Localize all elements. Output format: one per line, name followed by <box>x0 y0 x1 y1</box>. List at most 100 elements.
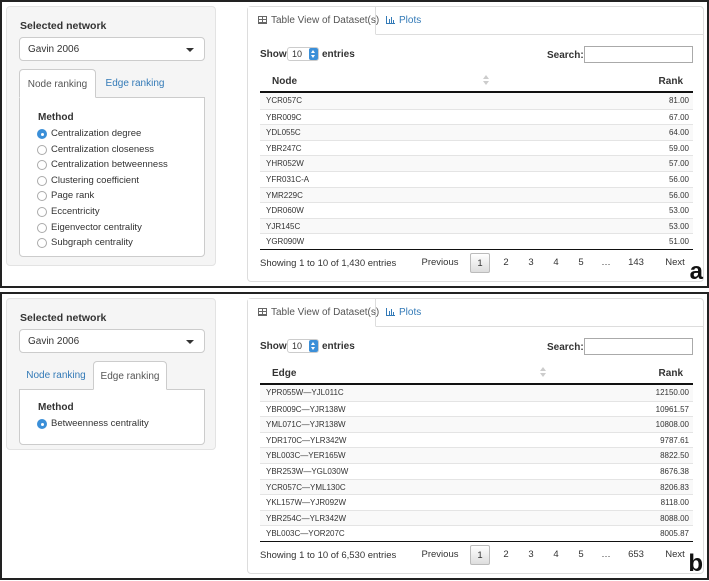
radio-icon[interactable] <box>37 419 47 429</box>
page-length-select[interactable]: 10 <box>287 339 319 353</box>
cell-node: YBR247C <box>266 143 302 153</box>
chevron-down-icon <box>186 340 194 344</box>
table-row[interactable]: YBR253W—YGL030W 8676.38 <box>260 462 693 479</box>
tab-table-view[interactable]: Table View of Dataset(s) <box>248 7 379 35</box>
radio-icon[interactable] <box>37 160 47 171</box>
table-row[interactable]: YJR145C 53.00 <box>260 217 693 234</box>
radio-icon[interactable] <box>37 238 47 249</box>
pagination-page[interactable]: 143 <box>622 253 650 273</box>
radio-icon[interactable] <box>37 129 47 139</box>
table-row[interactable]: YCR057C 81.00 <box>260 93 693 109</box>
tab-plots[interactable]: Plots <box>386 299 421 327</box>
table-row[interactable]: YBL003C—YER165W 8822.50 <box>260 447 693 463</box>
column-header-rank[interactable]: Rank <box>659 76 683 87</box>
table-row[interactable]: YHR052W 57.00 <box>260 155 693 171</box>
tab-divider <box>376 326 703 327</box>
table-row[interactable]: YDR170C—YLR342W 9787.61 <box>260 431 693 448</box>
radio-label: Clustering coefficient <box>51 174 140 186</box>
column-header-edge[interactable]: Edge <box>272 368 296 379</box>
network-select-value: Gavin 2006 <box>28 44 80 55</box>
pagination-page[interactable]: 3 <box>522 253 540 273</box>
network-select[interactable]: Gavin 2006 <box>19 329 205 353</box>
cell-rank: 67.00 <box>668 112 689 122</box>
tab-edge-ranking[interactable]: Edge ranking <box>93 361 167 390</box>
panel-a: Selected network Gavin 2006 Node ranking… <box>0 0 709 288</box>
tab-divider <box>376 34 703 35</box>
radio-label: Eigenvector centrality <box>51 221 142 233</box>
pagination-ellipsis: … <box>601 549 611 560</box>
tab-plots-label: Plots <box>399 15 422 26</box>
pagination-page[interactable]: 3 <box>522 545 540 565</box>
radio-label: Centralization closeness <box>51 143 154 155</box>
pagination-page[interactable]: 4 <box>547 545 565 565</box>
cell-rank: 81.00 <box>668 96 689 105</box>
sort-icon[interactable] <box>540 367 546 377</box>
pagination-page[interactable]: 2 <box>497 545 515 565</box>
table-row[interactable]: YBR009C—YJR138W 10961.57 <box>260 400 693 417</box>
pagination-previous[interactable]: Previous <box>418 545 462 565</box>
cell-rank: 8676.38 <box>660 466 689 476</box>
main-panel: Table View of Dataset(s) Plots Show 10 e… <box>247 6 704 282</box>
network-select[interactable]: Gavin 2006 <box>19 37 205 61</box>
tab-node-ranking[interactable]: Node ranking <box>19 361 93 390</box>
cell-rank: 64.00 <box>668 128 689 138</box>
page-length-select[interactable]: 10 <box>287 47 319 61</box>
table-row[interactable]: YFR031C-A 56.00 <box>260 170 693 187</box>
pagination-page[interactable]: 5 <box>572 253 590 273</box>
table-row[interactable]: YMR229C 56.00 <box>260 186 693 203</box>
cell-rank: 56.00 <box>668 190 689 200</box>
radio-icon[interactable] <box>37 222 47 233</box>
radio-icon[interactable] <box>37 175 47 186</box>
pagination-page[interactable]: 4 <box>547 253 565 273</box>
sidebar-panel: Selected network Gavin 2006 Node ranking… <box>6 6 216 266</box>
table-row[interactable]: YBL003C—YOR207C 8005.87 <box>260 525 693 541</box>
cell-rank: 8088.00 <box>660 513 689 523</box>
tab-node-ranking[interactable]: Node ranking <box>19 69 96 98</box>
radio-icon[interactable] <box>37 191 47 202</box>
method-label: Method <box>38 402 74 413</box>
table-row[interactable]: YBR009C 67.00 <box>260 108 693 125</box>
pagination-previous[interactable]: Previous <box>418 253 462 273</box>
stepper-arrows-icon <box>309 48 318 60</box>
radio-icon[interactable] <box>37 144 47 155</box>
search-input[interactable] <box>584 338 693 355</box>
pagination-page[interactable]: 1 <box>470 253 490 273</box>
table-body: YCR057C 81.00 YBR009C 67.00 YDL055C 64.00 Y… <box>260 93 693 250</box>
cell-rank: 10808.00 <box>655 420 689 430</box>
cell-rank: 8005.87 <box>660 529 689 539</box>
column-header-rank[interactable]: Rank <box>659 368 683 379</box>
cell-edge: YBR254C—YLR342W <box>266 513 347 523</box>
table-row[interactable]: YPR055W—YJL011C 12150.00 <box>260 385 693 401</box>
pagination-page[interactable]: 5 <box>572 545 590 565</box>
pagination-page[interactable]: 1 <box>470 545 490 565</box>
chevron-down-icon <box>186 48 194 52</box>
table-row[interactable]: YDR060W 53.00 <box>260 202 693 218</box>
cell-node: YJR145C <box>266 221 301 231</box>
cell-rank: 8206.83 <box>660 482 689 492</box>
table-row[interactable]: YCR057C—YML130C 8206.83 <box>260 478 693 495</box>
pagination-page[interactable]: 653 <box>622 545 650 565</box>
method-label: Method <box>38 112 74 123</box>
column-header-node[interactable]: Node <box>272 76 297 87</box>
search-input[interactable] <box>584 46 693 63</box>
sort-icon[interactable] <box>483 75 489 85</box>
table-row[interactable]: YBR254C—YLR342W 8088.00 <box>260 509 693 526</box>
table-icon <box>258 16 267 24</box>
tab-edge-ranking[interactable]: Edge ranking <box>96 69 174 98</box>
pagination-next[interactable]: Next <box>658 545 692 565</box>
radio-icon[interactable] <box>37 207 47 217</box>
pagination-next[interactable]: Next <box>658 253 692 273</box>
table-row[interactable]: YKL157W—YJR092W 8118.00 <box>260 494 693 510</box>
cell-edge: YBR009C—YJR138W <box>266 404 346 414</box>
tab-table-view-label: Table View of Dataset(s) <box>271 307 380 318</box>
table-row[interactable]: YGR090W 51.00 <box>260 233 693 249</box>
table-row[interactable]: YML071C—YJR138W 10808.00 <box>260 416 693 432</box>
table-row[interactable]: YDL055C 64.00 <box>260 124 693 140</box>
tab-table-view[interactable]: Table View of Dataset(s) <box>248 299 380 327</box>
tab-plots[interactable]: Plots <box>386 7 421 35</box>
radio-label: Eccentricity <box>51 206 100 217</box>
pagination-page[interactable]: 2 <box>497 253 515 273</box>
page-length-value: 10 <box>292 49 303 59</box>
table-row[interactable]: YBR247C 59.00 <box>260 139 693 156</box>
cell-edge: YBL003C—YOR207C <box>266 529 345 539</box>
